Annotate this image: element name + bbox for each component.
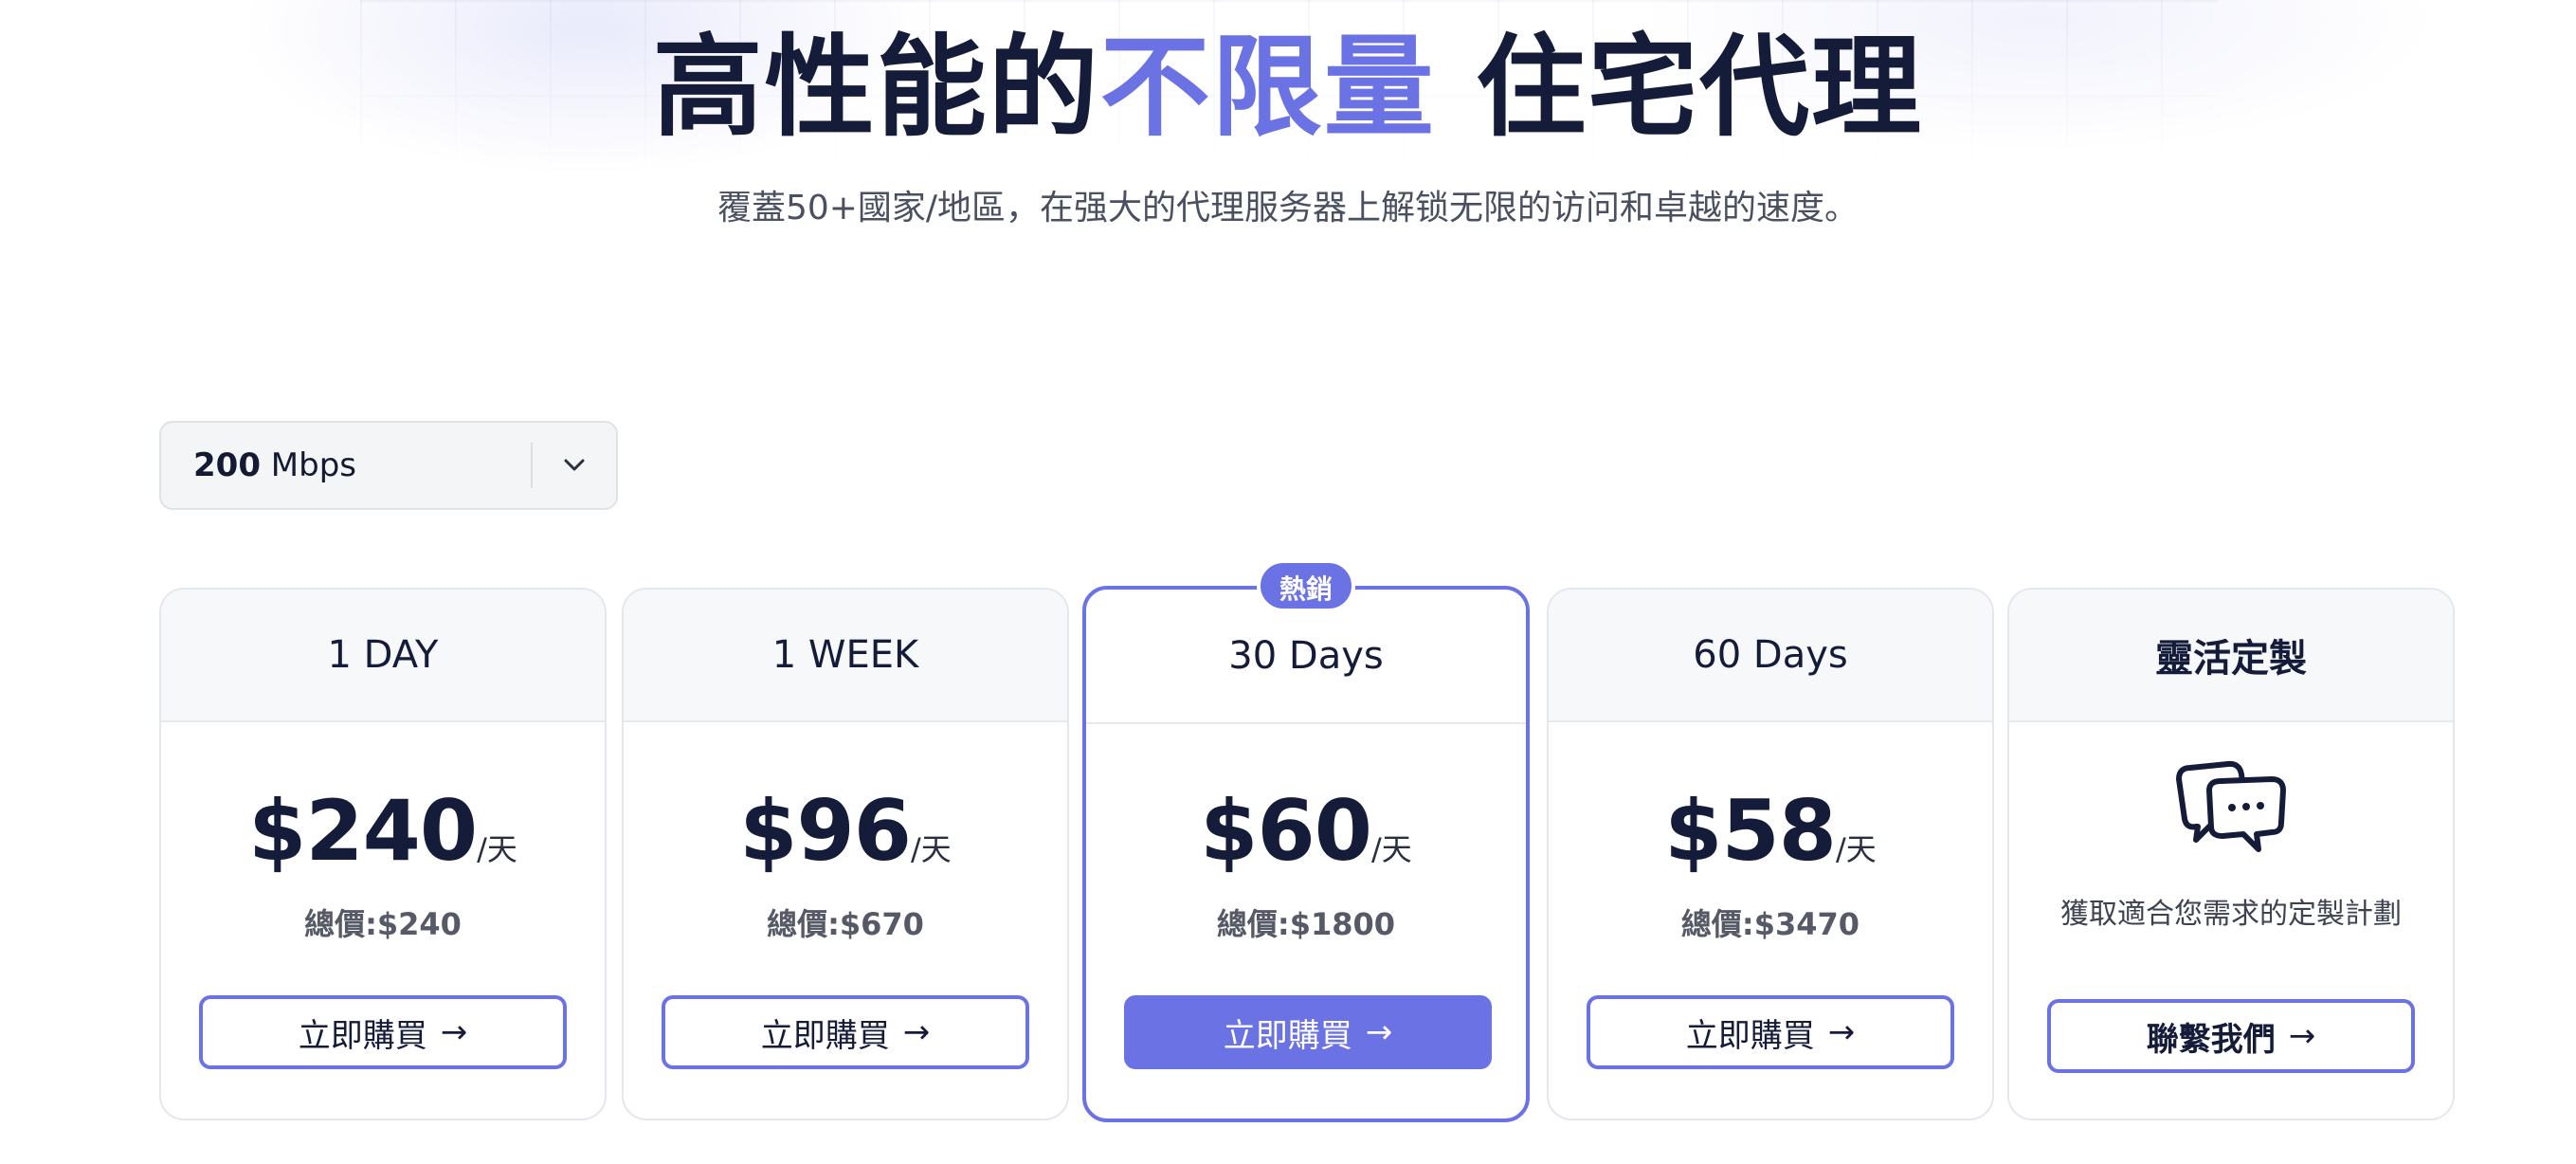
page-subtitle: 覆蓋50+國家/地區，在强大的代理服务器上解锁无限的访问和卓越的速度。 (717, 189, 1859, 227)
arrow-right-icon: → (440, 1013, 468, 1051)
pricing-page: 高性能的不限量 住宅代理 覆蓋50+國家/地區，在强大的代理服务器上解锁无限的访… (0, 0, 2576, 1164)
bandwidth-number: 200 (193, 446, 261, 484)
plan-card-60-days: 60 Days $58/天 總價:$3470 立即購買 → (1547, 588, 1994, 1120)
plan-card-30-days: 熱銷 30 Days $60/天 總價:$1800 立即購買 → (1082, 559, 1530, 1122)
button-label: 立即購買 (1223, 1016, 1352, 1055)
buy-now-button[interactable]: 立即購買 → (1587, 995, 1954, 1069)
price-unit: /天 (910, 831, 952, 867)
buy-now-button[interactable]: 立即購買 → (662, 995, 1029, 1069)
plan-card-1-day: 1 DAY $240/天 總價:$240 立即購買 → (159, 588, 607, 1120)
bandwidth-select[interactable]: 200 Mbps (159, 421, 618, 510)
price-unit: /天 (477, 831, 517, 867)
arrow-right-icon: → (1365, 1013, 1393, 1051)
price-unit: /天 (1370, 831, 1412, 867)
price-unit: /天 (1835, 831, 1877, 867)
plan-price: $240/天 (161, 779, 605, 883)
arrow-right-icon: → (2288, 1017, 2316, 1055)
button-label: 聯繫我們 (2146, 1020, 2276, 1059)
arrow-right-icon: → (1827, 1013, 1856, 1051)
buy-now-button[interactable]: 立即購買 → (199, 995, 567, 1069)
arrow-right-icon: → (902, 1013, 931, 1051)
title-part-2: 住宅代理 (1476, 24, 1924, 152)
popular-badge: 熱銷 (1256, 559, 1356, 612)
plan-name: 1 WEEK (624, 590, 1067, 722)
plan-price: $58/天 (1549, 779, 1992, 883)
plan-total: 總價:$670 (767, 906, 924, 942)
bandwidth-select-value: 200 Mbps (161, 446, 531, 484)
plan-card-1-week: 1 WEEK $96/天 總價:$670 立即購買 → (622, 588, 1069, 1120)
plan-price: $96/天 (624, 779, 1067, 883)
plan-total: 總價:$1800 (1216, 906, 1396, 942)
title-part-1: 高性能的 (652, 24, 1100, 152)
price-amount: $240 (248, 782, 478, 880)
button-label: 立即購買 (760, 1016, 890, 1055)
button-label: 立即購買 (298, 1016, 427, 1055)
plan-name: 靈活定製 (2009, 590, 2453, 722)
plan-price: $60/天 (1086, 779, 1526, 883)
plan-name: 60 Days (1549, 590, 1992, 722)
custom-plan-description: 獲取適合您需求的定製計劃 (2060, 898, 2402, 931)
price-amount: $60 (1200, 782, 1372, 880)
chat-bubbles-icon (2169, 760, 2293, 855)
bandwidth-unit: Mbps (270, 446, 357, 484)
button-label: 立即購買 (1685, 1016, 1815, 1055)
plan-name: 1 DAY (161, 590, 605, 722)
price-amount: $58 (1664, 782, 1837, 880)
plan-card-custom: 靈活定製 獲取適合您需求的定製計劃 聯繫我們 → (2007, 588, 2455, 1120)
plan-total: 總價:$3470 (1680, 906, 1860, 942)
page-title: 高性能的不限量 住宅代理 (0, 27, 2576, 150)
price-amount: $96 (739, 782, 912, 880)
plan-total: 總價:$240 (304, 906, 462, 942)
title-accent: 不限量 (1099, 24, 1436, 152)
contact-us-button[interactable]: 聯繫我們 → (2047, 999, 2415, 1073)
chevron-down-icon[interactable] (533, 421, 616, 510)
buy-now-button[interactable]: 立即購買 → (1124, 995, 1492, 1069)
